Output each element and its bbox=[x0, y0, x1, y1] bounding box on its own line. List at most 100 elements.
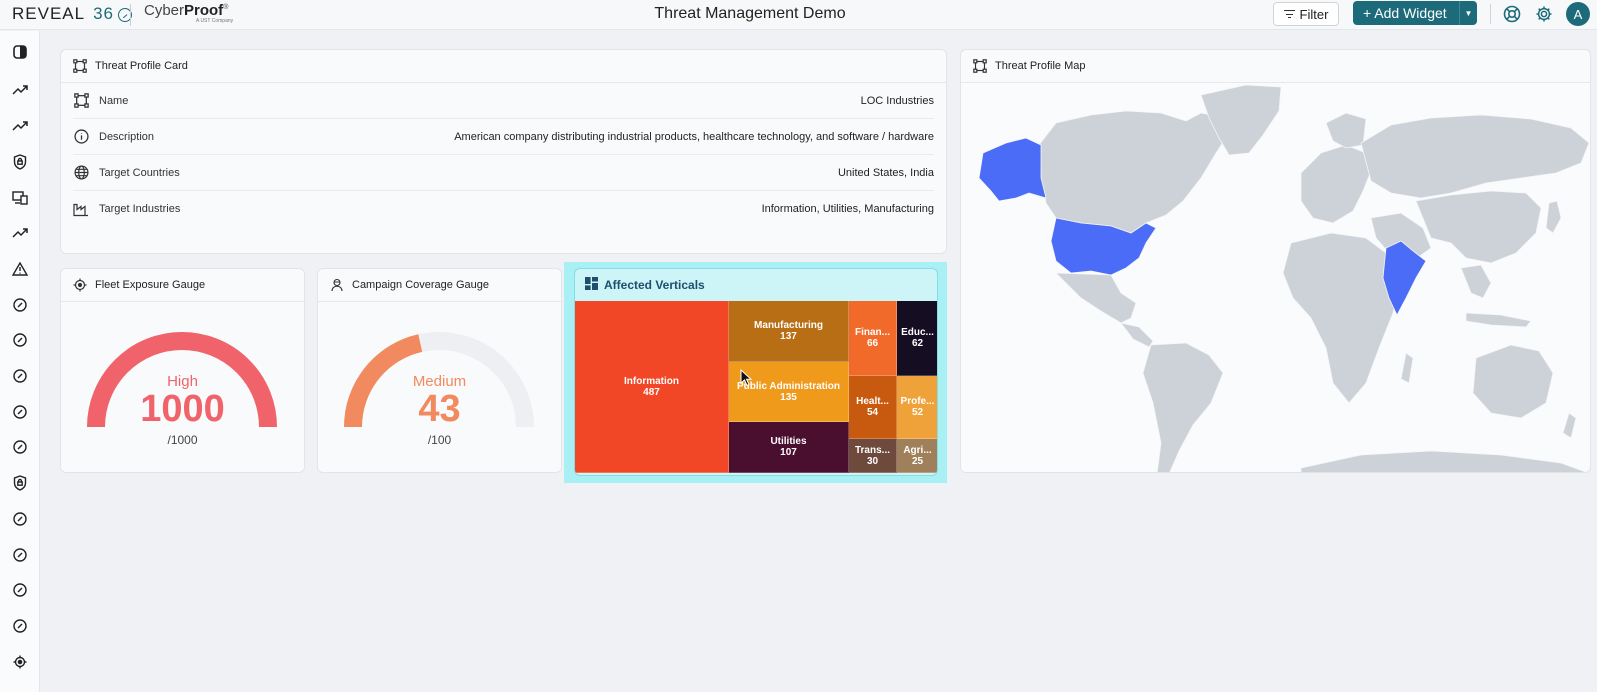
map-central-america bbox=[1120, 322, 1154, 348]
treemap-cell-value: 487 bbox=[643, 386, 660, 398]
sidebar-item-gauge-6-icon[interactable] bbox=[8, 508, 32, 530]
sidebar-item-trends-2-icon[interactable] bbox=[8, 115, 32, 137]
treemap-cell-label: Educ... bbox=[901, 327, 934, 338]
affected-verticals-header: Affected Verticals bbox=[575, 269, 937, 300]
profile-row-description: Description American company distributin… bbox=[73, 119, 934, 155]
treemap-cell[interactable]: Trans... 30 bbox=[849, 439, 897, 473]
sidebar-item-gauge-8-icon[interactable] bbox=[8, 579, 32, 601]
sidebar-item-gauge-9-icon[interactable] bbox=[8, 615, 32, 637]
fleet-exposure-gauge-card: Fleet Exposure Gauge High 1000 /1000 bbox=[60, 268, 305, 473]
map-new-zealand bbox=[1562, 412, 1577, 439]
profile-row-value: American company distributing industrial… bbox=[454, 130, 934, 143]
map-madagascar bbox=[1400, 352, 1414, 384]
profile-row-target-industries: Target Industries Information, Utilities… bbox=[73, 191, 934, 227]
fleet-exposure-gauge: High 1000 /1000 bbox=[61, 302, 304, 470]
treemap-cell[interactable]: Profe... 52 bbox=[897, 376, 937, 439]
sidebar-item-gauge-1-icon[interactable] bbox=[8, 294, 32, 316]
map-indonesia bbox=[1465, 312, 1532, 328]
top-bar: REVEAL 36 CyberProof® A UST Company Thre… bbox=[0, 0, 1597, 30]
map-australia bbox=[1472, 344, 1554, 419]
sidebar-item-gauge-3-icon[interactable] bbox=[8, 365, 32, 387]
gauge-value: 43 bbox=[418, 388, 461, 430]
affected-verticals-card[interactable]: Affected Verticals Information 487 Manufac… bbox=[574, 268, 938, 476]
widget-frame-icon bbox=[73, 59, 87, 73]
world-map[interactable] bbox=[961, 83, 1590, 472]
sidebar-item-gauge-4-icon[interactable] bbox=[8, 401, 32, 423]
globe-icon bbox=[73, 165, 89, 181]
treemap-cell[interactable]: Finan... 66 bbox=[849, 301, 897, 376]
filter-label: Filter bbox=[1299, 6, 1329, 22]
threat-profile-map-header: Threat Profile Map bbox=[961, 50, 1590, 83]
threat-profile-card-title: Threat Profile Card bbox=[95, 60, 188, 72]
treemap-cell[interactable]: Information 487 bbox=[575, 301, 729, 473]
user-avatar[interactable]: A bbox=[1566, 2, 1590, 26]
widget-grid-icon bbox=[585, 276, 598, 293]
map-alaska-highlight bbox=[978, 137, 1047, 202]
sidebar-item-gauge-2-icon[interactable] bbox=[8, 329, 32, 351]
treemap-cell-value: 66 bbox=[866, 338, 879, 349]
settings-gear-icon[interactable] bbox=[1534, 4, 1554, 24]
toolbar-divider bbox=[1490, 4, 1491, 24]
map-canada bbox=[1038, 110, 1230, 234]
help-lifebuoy-icon[interactable] bbox=[1502, 4, 1522, 24]
map-southeast-asia bbox=[1460, 264, 1492, 299]
sidebar-item-shield-lock-2-icon[interactable] bbox=[8, 472, 32, 494]
profile-row-value: United States, India bbox=[837, 166, 934, 179]
sidebar-item-devices-icon[interactable] bbox=[8, 187, 32, 209]
filter-button[interactable]: Filter bbox=[1273, 2, 1339, 26]
gauge-value: 1000 bbox=[140, 388, 225, 430]
sidebar-item-trends-icon[interactable] bbox=[8, 79, 32, 101]
add-widget-button[interactable]: + Add Widget ▼ bbox=[1353, 1, 1477, 25]
treemap-cell-value: 52 bbox=[911, 407, 924, 418]
affected-verticals-treemap: Information 487 Manufacturing 137 Public Adm… bbox=[575, 301, 937, 473]
sidebar-item-shield-lock-icon[interactable] bbox=[8, 151, 32, 173]
info-icon bbox=[73, 129, 89, 145]
treemap-cell-value: 25 bbox=[911, 455, 924, 467]
treemap-cell-label: Healt... bbox=[856, 396, 889, 407]
treemap-cell[interactable]: Agri... 25 bbox=[897, 439, 937, 473]
treemap-cell-label: Trans... bbox=[854, 444, 890, 456]
map-scandinavia bbox=[1325, 112, 1367, 149]
factory-icon bbox=[73, 201, 89, 217]
treemap-cell-label: Utilities bbox=[770, 436, 807, 447]
treemap-cell-label: Finan... bbox=[855, 327, 890, 338]
treemap-cell-value: 54 bbox=[866, 407, 879, 418]
sidebar-item-gauge-7-icon[interactable] bbox=[8, 544, 32, 566]
affected-verticals-title: Affected Verticals bbox=[604, 277, 705, 292]
mouse-cursor-icon bbox=[740, 369, 753, 387]
profile-row-target-countries: Target Countries United States, India bbox=[73, 155, 934, 191]
map-east-asia bbox=[1415, 190, 1542, 264]
profile-row-value: LOC Industries bbox=[860, 94, 934, 107]
treemap-cell[interactable]: Educ... 62 bbox=[897, 301, 937, 376]
sidebar-item-alert-icon[interactable] bbox=[8, 258, 32, 280]
add-widget-dropdown-icon[interactable]: ▼ bbox=[1459, 1, 1477, 25]
campaign-coverage-gauge-header: Campaign Coverage Gauge bbox=[318, 269, 561, 302]
fleet-exposure-gauge-title: Fleet Exposure Gauge bbox=[95, 279, 206, 291]
map-africa bbox=[1282, 232, 1402, 404]
treemap-cell-value: 135 bbox=[780, 391, 797, 403]
hacker-person-icon bbox=[330, 278, 344, 292]
sidebar-item-trends-3-icon[interactable] bbox=[8, 222, 32, 244]
profile-row-value: Information, Utilities, Manufacturing bbox=[761, 203, 934, 215]
profile-row-key: Description bbox=[99, 130, 155, 143]
treemap-cell[interactable]: Healt... 54 bbox=[849, 376, 897, 439]
map-mexico bbox=[1054, 272, 1137, 324]
treemap-cell-label: Profe... bbox=[900, 396, 935, 407]
gauge-max-label: /100 bbox=[427, 433, 452, 447]
profile-row-key: Target Industries bbox=[99, 203, 181, 215]
target-icon bbox=[73, 278, 87, 292]
treemap-cell[interactable]: Utilities 107 bbox=[729, 422, 849, 473]
treemap-cell[interactable]: Manufacturing 137 bbox=[729, 301, 849, 362]
threat-profile-card-header: Threat Profile Card bbox=[61, 50, 946, 83]
campaign-coverage-gauge-card: Campaign Coverage Gauge Medium 43 /100 bbox=[317, 268, 562, 473]
map-europe bbox=[1300, 144, 1372, 224]
sidebar bbox=[0, 31, 40, 692]
map-russia bbox=[1360, 114, 1590, 199]
campaign-coverage-gauge-title: Campaign Coverage Gauge bbox=[352, 279, 489, 291]
map-antarctica bbox=[1300, 450, 1587, 472]
treemap-cell-value: 137 bbox=[780, 331, 797, 342]
sidebar-item-gauge-5-icon[interactable] bbox=[8, 436, 32, 458]
frame-icon bbox=[73, 93, 89, 109]
sidebar-toggle-icon[interactable] bbox=[8, 41, 32, 63]
sidebar-item-target-icon[interactable] bbox=[8, 651, 32, 673]
